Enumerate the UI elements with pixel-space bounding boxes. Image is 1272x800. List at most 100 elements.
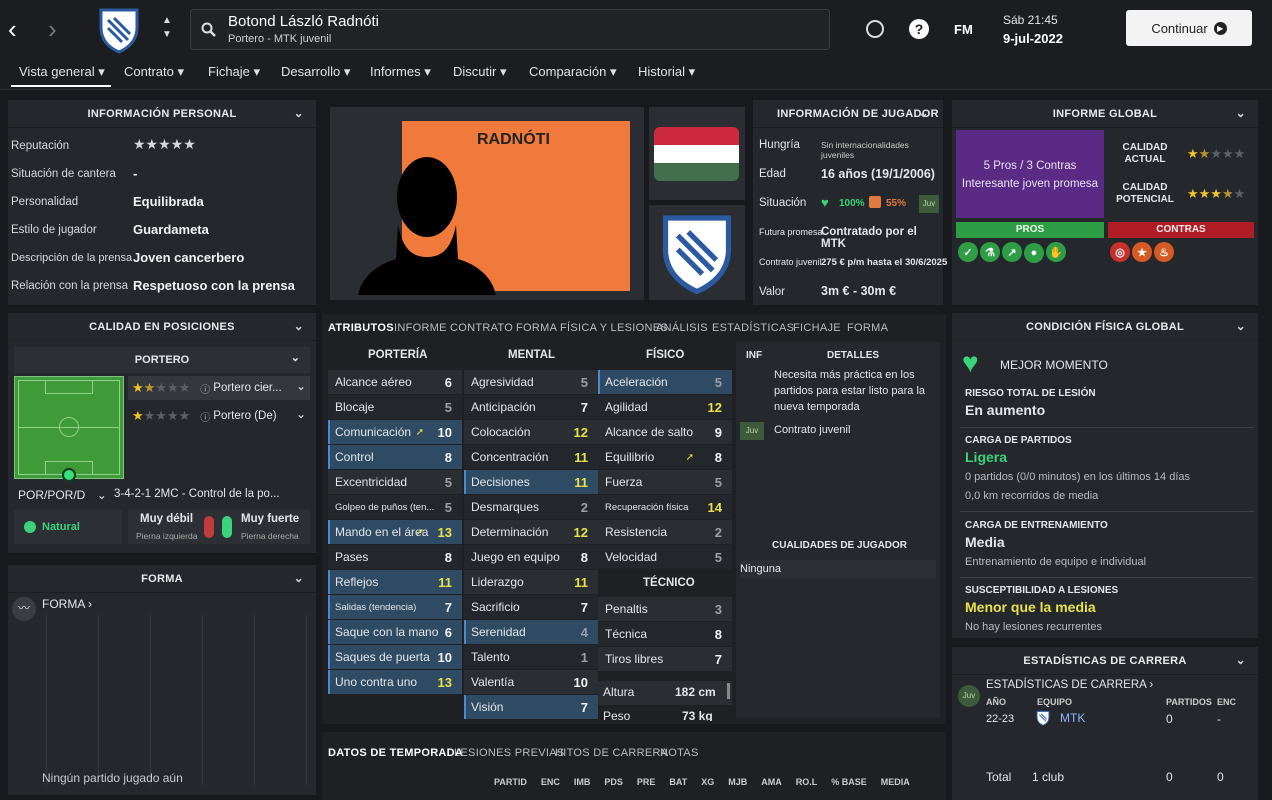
form-link[interactable]: FORMA › <box>42 597 92 611</box>
position-pitch[interactable] <box>14 376 124 482</box>
tab-discuss[interactable]: Discutir ▾ <box>453 64 506 80</box>
career-team[interactable]: MTK <box>1060 711 1085 725</box>
season-column-header[interactable]: PDS <box>604 777 623 789</box>
attribute-row[interactable]: Saques de puerta 10 <box>328 645 462 669</box>
club-crest-icon[interactable] <box>659 211 735 295</box>
condition-header[interactable]: CONDICIÓN FÍSICA GLOBAL ⌄ <box>952 313 1258 341</box>
season-column-header[interactable]: MEDIA <box>881 777 910 789</box>
subtab-injuries[interactable]: LESIONES PREVIAS <box>454 747 565 759</box>
world-icon[interactable] <box>866 20 884 38</box>
tab-transfer[interactable]: Fichaje ▾ <box>208 64 260 80</box>
role-row-1[interactable]: ★★★★★ ⓘ Portero cier... ⌄ <box>128 376 310 400</box>
attribute-row[interactable]: Uno contra uno 13 <box>328 670 462 694</box>
season-column-header[interactable]: MJB <box>728 777 747 789</box>
subtab-contract[interactable]: CONTRATO <box>450 322 513 334</box>
tactic-select[interactable]: 3-4-2-1 2MC - Control de la po... <box>114 488 312 500</box>
attribute-row[interactable]: Mando en el área ➚ 13 <box>328 520 462 544</box>
subtab-notes[interactable]: NOTAS <box>660 747 699 759</box>
player-info-header[interactable]: INFORMACIÓN DE JUGADOR ⌄ <box>753 100 943 128</box>
attribute-row[interactable]: Desmarques 2 <box>464 495 598 519</box>
attribute-row[interactable]: Blocaje 5 <box>328 395 462 419</box>
personal-info-header[interactable]: INFORMACIÓN PERSONAL ⌄ <box>8 100 316 128</box>
search-field[interactable]: Botond László Radnóti Portero - MTK juve… <box>190 9 830 50</box>
tab-contract[interactable]: Contrato ▾ <box>124 64 184 80</box>
subtab-season[interactable]: DATOS DE TEMPORADA <box>328 747 463 759</box>
attribute-row[interactable]: Decisiones 11 <box>464 470 598 494</box>
player-switch-icon[interactable]: ▲ ▼ <box>162 14 172 42</box>
attribute-row[interactable]: Sacrificio 7 <box>464 595 598 619</box>
attribute-row[interactable]: Alcance de salto 9 <box>598 420 732 444</box>
attribute-row[interactable]: Salidas (tendencia) 7 <box>328 595 462 619</box>
subtab-analysis[interactable]: ANÁLISIS <box>656 322 708 334</box>
attribute-row[interactable]: Tiros libres 7 <box>598 647 732 671</box>
attribute-row[interactable]: Concentración 11 <box>464 445 598 469</box>
tab-compare[interactable]: Comparación ▾ <box>529 64 616 80</box>
attribute-row[interactable]: Equilibrio ➚ 8 <box>598 445 732 469</box>
chevron-down-icon[interactable]: ⌄ <box>1236 106 1246 120</box>
fm-icon[interactable]: FM <box>954 22 973 37</box>
pros-icons[interactable]: ✓ ⚗ ↗ ● ✋ <box>958 242 1068 263</box>
position-dropdown[interactable]: PORTERO ⌄ <box>14 347 310 373</box>
attribute-row[interactable]: Recuperación física 14 <box>598 495 732 519</box>
subtab-fitness[interactable]: FORMA FÍSICA Y LESIONES <box>516 322 668 334</box>
attribute-row[interactable]: Técnica 8 <box>598 622 732 646</box>
career-stats-link[interactable]: ESTADÍSTICAS DE CARRERA › <box>986 679 1153 691</box>
attribute-row[interactable]: Aceleración 5 <box>598 370 732 394</box>
season-column-header[interactable]: BAT <box>669 777 687 789</box>
attribute-row[interactable]: Comunicación ➚ 10 <box>328 420 462 444</box>
tab-reports[interactable]: Informes ▾ <box>370 64 431 80</box>
tab-overview[interactable]: Vista general ▾ <box>19 64 105 80</box>
season-column-header[interactable]: ENC <box>541 777 560 789</box>
cons-icons[interactable]: ◎ ★ ♨ <box>1110 242 1176 262</box>
attribute-row[interactable]: Agilidad 12 <box>598 395 732 419</box>
forward-button[interactable]: › <box>48 14 72 44</box>
global-report-header[interactable]: INFORME GLOBAL ⌄ <box>952 100 1258 128</box>
tab-development[interactable]: Desarrollo ▾ <box>281 64 350 80</box>
attribute-row[interactable]: Penaltis 3 <box>598 597 732 621</box>
season-column-header[interactable]: RO.L <box>796 777 818 789</box>
subtab-attributes[interactable]: ATRIBUTOS <box>328 322 394 334</box>
season-column-header[interactable]: XG <box>701 777 714 789</box>
season-column-header[interactable]: IMB <box>574 777 591 789</box>
attribute-row[interactable]: Resistencia 2 <box>598 520 732 544</box>
season-column-header[interactable]: PARTID <box>494 777 527 789</box>
attribute-row[interactable]: Pases 8 <box>328 545 462 569</box>
subtab-stats[interactable]: ESTADÍSTICAS <box>712 322 794 334</box>
hungary-flag-icon[interactable] <box>654 127 739 181</box>
chevron-down-icon[interactable]: ⌄ <box>1236 653 1246 667</box>
chevron-down-icon[interactable]: ⌄ <box>294 319 304 333</box>
attribute-row[interactable]: Control 8 <box>328 445 462 469</box>
attribute-row[interactable]: Determinación 12 <box>464 520 598 544</box>
role-row-2[interactable]: ★★★★★ ⓘ Portero (De) ⌄ <box>128 404 310 428</box>
chevron-down-icon[interactable]: ⌄ <box>919 106 929 120</box>
tab-history[interactable]: Historial ▾ <box>638 64 695 80</box>
positions-header[interactable]: CALIDAD EN POSICIONES ⌄ <box>8 313 316 341</box>
attribute-row[interactable]: Liderazgo 11 <box>464 570 598 594</box>
scout-summary-box[interactable]: 5 Pros / 3 Contras Interesante joven pro… <box>956 130 1104 218</box>
chevron-down-icon[interactable]: ⌄ <box>294 571 304 585</box>
continue-button[interactable]: Continuar ▶ <box>1126 10 1252 46</box>
season-column-header[interactable]: % BASE <box>831 777 867 789</box>
nation[interactable]: Hungría <box>759 139 800 151</box>
attribute-row[interactable]: Agresividad 5 <box>464 370 598 394</box>
subtab-transfer[interactable]: FICHAJE <box>793 322 841 334</box>
form-header[interactable]: FORMA ⌄ <box>8 565 316 593</box>
subtab-report[interactable]: INFORME <box>394 322 447 334</box>
season-column-header[interactable]: AMA <box>761 777 782 789</box>
attribute-row[interactable]: Alcance aéreo 6 <box>328 370 462 394</box>
position-select[interactable]: POR/POR/D ⌄ <box>18 488 107 502</box>
attribute-row[interactable]: Colocación 12 <box>464 420 598 444</box>
attribute-row[interactable]: Valentía 10 <box>464 670 598 694</box>
chevron-down-icon[interactable]: ⌄ <box>294 106 304 120</box>
attribute-row[interactable]: Juego en equipo 8 <box>464 545 598 569</box>
attribute-row[interactable]: Excentricidad 5 <box>328 470 462 494</box>
help-icon[interactable]: ? <box>909 19 929 39</box>
back-button[interactable]: ‹ <box>8 14 32 44</box>
attribute-row[interactable]: Visión 7 <box>464 695 598 719</box>
attribute-row[interactable]: Reflejos 11 <box>328 570 462 594</box>
career-header[interactable]: ESTADÍSTICAS DE CARRERA ⌄ <box>952 647 1258 675</box>
scrollbar[interactable] <box>727 683 730 699</box>
attribute-row[interactable]: Fuerza 5 <box>598 470 732 494</box>
attribute-row[interactable]: Talento 1 <box>464 645 598 669</box>
attribute-row[interactable]: Golpeo de puños (ten... 5 <box>328 495 462 519</box>
